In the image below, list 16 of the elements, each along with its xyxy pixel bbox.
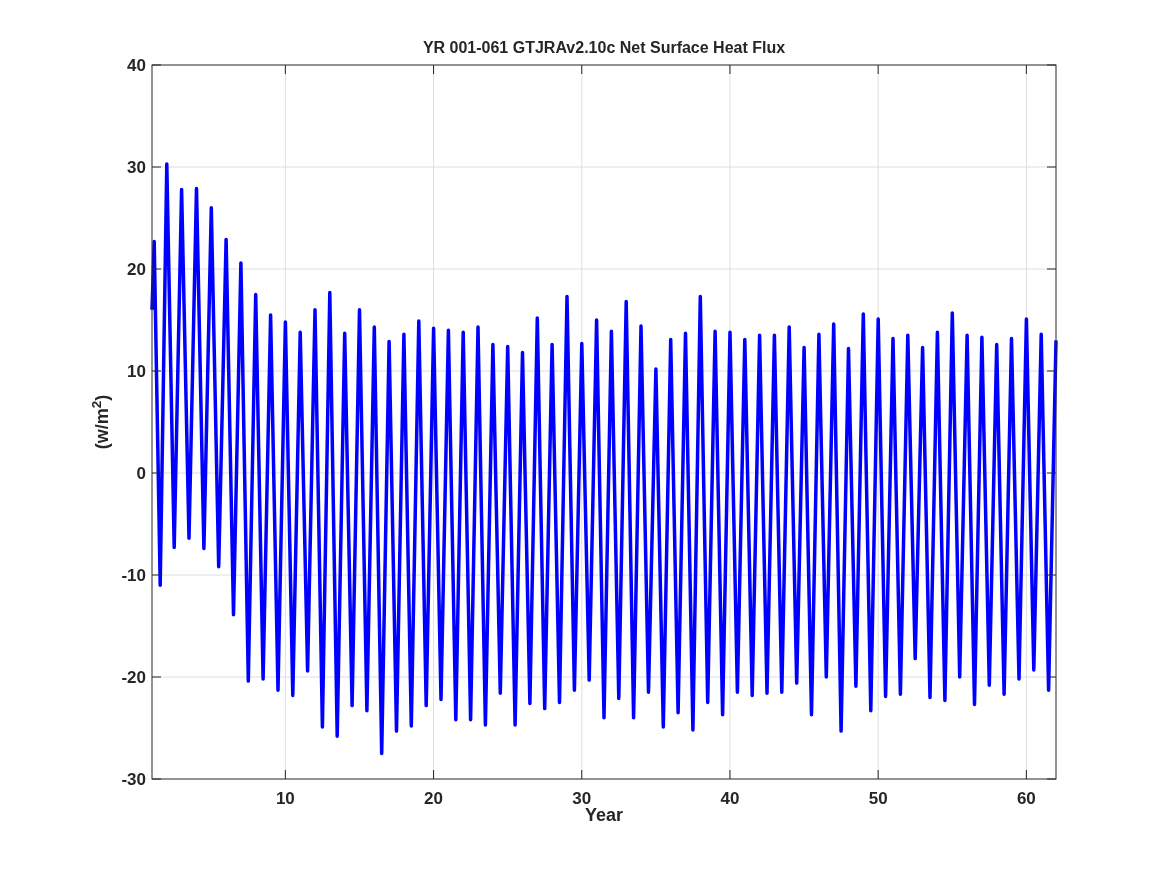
x-tick-label: 50 [868, 789, 888, 808]
y-tick-label: 20 [127, 260, 146, 279]
y-tick-label: 30 [127, 158, 146, 177]
x-tick-label: 20 [424, 789, 444, 808]
x-tick-label: 60 [1016, 789, 1036, 808]
y-tick-label: -30 [121, 770, 146, 789]
y-tick-label: 0 [136, 464, 146, 483]
x-axis-label: Year [584, 806, 623, 824]
x-tick-label: 40 [720, 789, 740, 808]
x-tick-label: 30 [572, 789, 592, 808]
y-tick-label: -10 [121, 566, 146, 585]
y-tick-label: -20 [121, 668, 146, 687]
y-tick-label: 10 [127, 362, 146, 381]
x-tick-label: 10 [275, 789, 295, 808]
y-tick-label: 40 [127, 56, 146, 75]
chart-title: YR 001-061 GTJRAv2.10c Net Surface Heat Flux [421, 40, 787, 56]
